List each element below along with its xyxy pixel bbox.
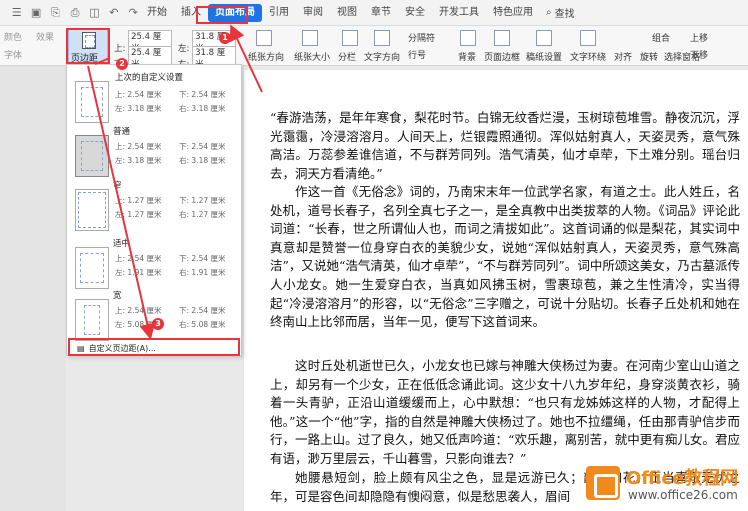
print-icon[interactable]: ⎙ [68,6,81,20]
left-gutter [0,66,66,511]
text-wrap-button[interactable]: 文字环绕 [570,50,606,63]
preset-left: 左: 3.18 厘米 [115,156,162,165]
preset-top: 上: 1.27 厘米 [115,196,162,205]
preset-left: 左: 1.27 厘米 [115,210,162,219]
preset-right: 右: 1.27 厘米 [179,210,226,219]
background-icon[interactable] [460,30,476,46]
search-box[interactable]: ⌕ 查找 [540,5,581,20]
preset-bottom: 下: 2.54 厘米 [179,142,226,151]
tab-view[interactable]: 视图 [330,4,364,22]
preset-top: 上: 2.54 厘米 [115,306,162,315]
preset-left: 左: 3.18 厘米 [115,104,162,113]
save-icon[interactable]: ▣ [29,6,42,20]
paper-size-icon[interactable] [302,30,318,46]
theme-effects-label[interactable]: 效果 [36,30,54,43]
tab-special[interactable]: 特色应用 [486,4,540,22]
preset-thumbnail [75,189,109,231]
align-button[interactable]: 对齐 [614,50,632,63]
background-button[interactable]: 背景 [458,50,476,63]
preset-right: 右: 1.91 厘米 [179,268,226,277]
highlight-margin-button [66,28,110,64]
menu-icon[interactable]: ☰ [10,6,23,20]
bottom-margin-field[interactable]: 下: 25.4 厘米 [114,46,173,72]
right-margin-field[interactable]: 右: 31.8 厘米 [178,46,237,72]
theme-colors-label[interactable]: 颜色 [4,30,22,43]
rotate-button[interactable]: 旋转 [640,50,658,63]
preset-right: 右: 3.18 厘米 [179,156,226,165]
preset-top: 上: 2.54 厘米 [115,142,162,151]
highlight-custom-margins [68,338,240,356]
preset-bottom: 下: 2.54 厘米 [179,254,226,263]
paper-orientation-icon[interactable] [256,30,272,46]
step-1-marker: 1 [219,32,231,44]
doc-paragraph-1: “春游浩荡，是年年寒食，梨花时节。白锦无纹香烂漫，玉树琼苞堆雪。静夜沉沉，浮光霭… [270,110,740,181]
page-border-icon[interactable] [494,30,510,46]
logo-line-2: www.office26.com [628,488,738,502]
search-icon: ⌕ [546,7,552,18]
text-direction-icon[interactable] [374,30,390,46]
preset-thumbnail [75,299,109,341]
paper-orientation-button[interactable]: 纸张方向 [248,50,284,63]
tab-developer[interactable]: 开发工具 [432,4,486,22]
page-border-button[interactable]: 页面边框 [484,50,520,63]
preset-right: 右: 3.18 厘米 [179,104,226,113]
preset-bottom: 下: 2.54 厘米 [179,306,226,315]
line-number-button[interactable]: 行号 [408,48,426,61]
draft-paper-button[interactable]: 稿纸设置 [526,50,562,63]
tab-security[interactable]: 安全 [398,4,432,22]
preset-narrow[interactable]: 窄 上: 1.27 厘米 下: 1.27 厘米 左: 1.27 厘米 右: 1.… [67,175,243,241]
draft-paper-icon[interactable] [536,30,552,46]
preset-thumbnail [75,81,109,123]
columns-button[interactable]: 分栏 [338,50,356,63]
select-pane-button[interactable]: 选择窗格 [664,50,700,63]
columns-icon[interactable] [342,30,358,46]
logo-line-1: Office教程网 [626,468,739,489]
undo-icon[interactable]: ↶ [107,6,120,20]
redo-icon[interactable]: ↷ [127,6,140,20]
preset-title: 上次的自定义设置 [115,73,184,83]
ribbon-page-layout: 颜色 字体 效果 页边距 上: 25.4 厘米 下: 25.4 厘米 左: 31… [0,26,748,72]
preset-thumbnail [75,247,109,289]
top-margin-field[interactable]: 上: 25.4 厘米 [114,30,173,56]
preview-icon[interactable]: ◫ [88,6,101,20]
highlight-page-layout-tab [196,6,248,24]
margin-presets-dropdown: 上次的自定义设置 上: 2.54 厘米 下: 2.54 厘米 左: 3.18 厘… [66,64,242,356]
group-button[interactable]: 组合 [652,31,670,44]
menu-bar: ☰ ▣ ⎘ ⎙ ◫ ↶ ↷ 开始 插入 页面布局 引用 审阅 视图 章节 安全 … [0,0,748,26]
tab-home[interactable]: 开始 [140,4,174,22]
preset-title: 宽 [113,291,122,301]
theme-fonts-label[interactable]: 字体 [4,48,22,61]
text-wrap-icon[interactable] [580,30,596,46]
preset-top: 上: 2.54 厘米 [115,254,162,263]
preset-left: 左: 1.91 厘米 [115,268,162,277]
export-icon[interactable]: ⎘ [49,6,62,20]
preset-right: 右: 5.08 厘米 [179,320,226,329]
move-up-button[interactable]: 上移 [690,31,708,44]
office-logo: Office教程网 www.office26.com [586,462,746,508]
quick-access-toolbar: ☰ ▣ ⎘ ⎙ ◫ ↶ ↷ [0,6,140,20]
preset-top: 上: 2.54 厘米 [115,90,162,99]
step-2-marker: 2 [116,58,128,70]
preset-title: 窄 [113,181,122,191]
tab-section[interactable]: 章节 [364,4,398,22]
doc-paragraph-3: 这时丘处机逝世已久，小龙女也已嫁与神雕大侠杨过为妻。在河南少室山山道之上，却另有… [270,358,740,466]
tab-references[interactable]: 引用 [262,4,296,22]
preset-bottom: 下: 2.54 厘米 [179,90,226,99]
preset-title: 适中 [113,239,131,249]
doc-paragraph-2: 作这一首《无俗念》词的，乃南宋末年一位武学名家，有道之士。此人姓丘，名处机，道号… [270,184,740,330]
tab-review[interactable]: 审阅 [296,4,330,22]
preset-bottom: 下: 1.27 厘米 [179,196,226,205]
paper-size-button[interactable]: 纸张大小 [294,50,330,63]
search-label: 查找 [554,9,575,20]
preset-thumbnail [75,135,109,177]
separator-button[interactable]: 分隔符 [408,31,435,44]
preset-title: 普通 [113,127,131,137]
step-3-marker: 3 [152,318,164,330]
office-logo-icon [586,466,620,500]
text-direction-button[interactable]: 文字方向 [364,50,400,63]
